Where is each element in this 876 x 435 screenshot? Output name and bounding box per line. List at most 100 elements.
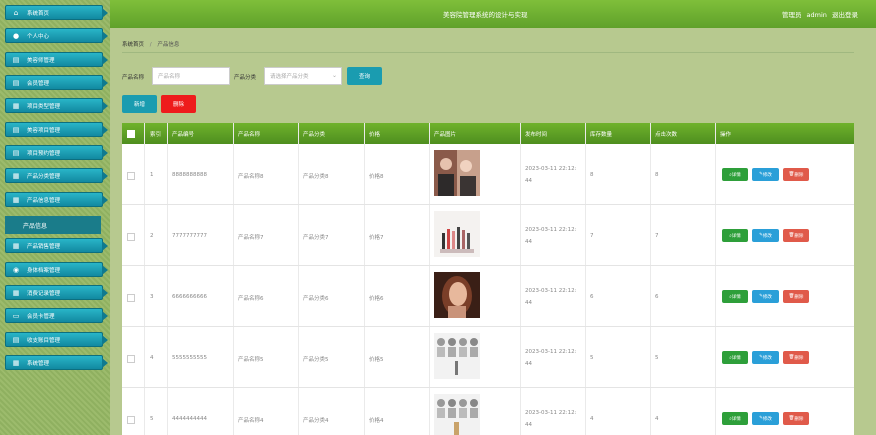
edit-button[interactable]: ✎ 修改 xyxy=(752,290,779,303)
user-icon: ● xyxy=(12,31,20,40)
sidebar-item-label: 身体档案管理 xyxy=(27,267,61,274)
cell-price: 价格4 xyxy=(369,418,384,424)
sidebar-item-body-file[interactable]: ◉ 身体档案管理 xyxy=(5,262,108,277)
add-button[interactable]: 新增 xyxy=(122,95,157,113)
nav-arrow xyxy=(102,265,108,275)
sidebar-item-beautician[interactable]: ▤ 美容师管理 xyxy=(5,52,108,67)
row-checkbox[interactable] xyxy=(127,172,135,180)
sidebar-item-product-category[interactable]: ▦ 产品分类管理 xyxy=(5,168,108,183)
username: admin xyxy=(806,11,827,19)
nav-arrow xyxy=(102,358,108,368)
sidebar-item-accounts[interactable]: ▤ 收支账目管理 xyxy=(5,332,108,347)
cell-stock: 5 xyxy=(590,355,594,361)
remove-label: 删除 xyxy=(794,416,804,422)
sidebar-item-appointment[interactable]: ▤ 项目预约管理 xyxy=(5,145,108,160)
cell-clicks: 4 xyxy=(655,416,659,422)
detail-label: 详情 xyxy=(731,172,741,178)
cell-time: 2023-03-11 22:12: xyxy=(525,410,577,416)
row-checkbox[interactable] xyxy=(127,233,135,241)
sidebar-subitem-product-info[interactable]: 产品信息 xyxy=(5,216,101,234)
product-name-input[interactable]: 产品名称 xyxy=(152,67,230,85)
product-table: 索引 产品编号 产品名称 产品分类 价格 产品图片 发布时间 库存数量 点击次数… xyxy=(122,123,854,435)
cell-category: 产品分类7 xyxy=(303,235,329,241)
sidebar-item-system[interactable]: ▦ 系统管理 xyxy=(5,355,108,370)
list-icon: ▤ xyxy=(12,125,20,134)
edit-button[interactable]: ✎ 修改 xyxy=(752,229,779,242)
sidebar-item-home[interactable]: ⌂ 系统首页 xyxy=(5,5,108,20)
select-all-checkbox[interactable] xyxy=(127,130,135,138)
grid-icon: ▦ xyxy=(12,171,20,180)
remove-button[interactable]: 🗑 删除 xyxy=(783,290,809,303)
row-checkbox[interactable] xyxy=(127,294,135,302)
sidebar-item-label: 产品分类管理 xyxy=(27,173,61,180)
edit-button[interactable]: ✎ 修改 xyxy=(752,351,779,364)
column-header: 索引 xyxy=(150,132,162,138)
detail-label: 详情 xyxy=(731,233,741,239)
list-icon: ▤ xyxy=(12,148,20,157)
remove-button[interactable]: 🗑 删除 xyxy=(783,351,809,364)
cell-name: 产品名称4 xyxy=(238,418,264,424)
sidebar-item-member[interactable]: ▤ 会员管理 xyxy=(5,75,108,90)
breadcrumb-current: 产品信息 xyxy=(157,42,180,48)
cell-code: 8888888888 xyxy=(172,172,207,178)
nav-arrow xyxy=(102,195,108,205)
logout-link[interactable]: 退出登录 xyxy=(832,11,858,19)
detail-label: 详情 xyxy=(731,355,741,361)
detail-button[interactable]: ⌕ 详情 xyxy=(722,351,748,364)
cell-code: 6666666666 xyxy=(172,294,207,300)
breadcrumb-home[interactable]: 系统首页 xyxy=(122,42,144,48)
product-image xyxy=(434,150,480,196)
table-row: 3 6666666666 产品名称6 产品分类6 价格6 2023-03-11 … xyxy=(122,266,854,327)
cell-time-rest: 44 xyxy=(525,422,532,428)
sidebar-item-label: 会员卡管理 xyxy=(27,313,55,320)
remove-button[interactable]: 🗑 删除 xyxy=(783,229,809,242)
sidebar-item-member-card[interactable]: ▭ 会员卡管理 xyxy=(5,308,108,323)
cell-index: 2 xyxy=(150,233,154,239)
nav-arrow xyxy=(102,148,108,158)
cell-time: 2023-03-11 22:12: xyxy=(525,288,577,294)
row-checkbox[interactable] xyxy=(127,416,135,424)
detail-button[interactable]: ⌕ 详情 xyxy=(722,290,748,303)
product-category-select[interactable]: 请选择产品分类 ⌄ xyxy=(264,67,342,85)
column-header: 产品名称 xyxy=(238,132,261,138)
cell-name: 产品名称6 xyxy=(238,296,264,302)
sidebar-item-label: 会员管理 xyxy=(27,80,50,87)
sidebar-item-label: 收支账目管理 xyxy=(27,337,61,344)
sidebar-item-label: 项目类型管理 xyxy=(27,103,61,110)
cell-clicks: 5 xyxy=(655,355,659,361)
detail-button[interactable]: ⌕ 详情 xyxy=(722,229,748,242)
detail-button[interactable]: ⌕ 详情 xyxy=(722,412,748,425)
remove-button[interactable]: 🗑 删除 xyxy=(783,168,809,181)
query-button[interactable]: 查询 xyxy=(347,67,382,85)
sidebar-item-beauty-project[interactable]: ▤ 美容项目管理 xyxy=(5,122,108,137)
sidebar-item-label: 产品销售管理 xyxy=(27,243,61,250)
sidebar-item-consumption[interactable]: ▦ 消费记录管理 xyxy=(5,285,108,300)
row-checkbox[interactable] xyxy=(127,355,135,363)
table-row: 1 8888888888 产品名称8 产品分类8 价格8 2023-03-11 … xyxy=(122,144,854,205)
sidebar-item-label: 美容项目管理 xyxy=(27,127,61,134)
cell-price: 价格6 xyxy=(369,296,384,302)
edit-button[interactable]: ✎ 修改 xyxy=(752,412,779,425)
product-image xyxy=(434,272,480,318)
sidebar-item-project-type[interactable]: ▦ 项目类型管理 xyxy=(5,98,108,113)
cell-time-rest: 44 xyxy=(525,178,532,184)
remove-label: 删除 xyxy=(794,294,804,300)
edit-label: 修改 xyxy=(762,172,772,178)
remove-button[interactable]: 🗑 删除 xyxy=(783,412,809,425)
sidebar-item-personal-center[interactable]: ● 个人中心 xyxy=(5,28,108,43)
cell-stock: 8 xyxy=(590,172,594,178)
cell-name: 产品名称5 xyxy=(238,357,264,363)
product-image xyxy=(434,333,480,379)
delete-button[interactable]: 删除 xyxy=(161,95,196,113)
cell-price: 价格8 xyxy=(369,174,384,180)
cell-index: 4 xyxy=(150,355,154,361)
edit-label: 修改 xyxy=(762,355,772,361)
cell-code: 7777777777 xyxy=(172,233,207,239)
detail-button[interactable]: ⌕ 详情 xyxy=(722,168,748,181)
sidebar-item-product-sales[interactable]: ▦ 产品销售管理 xyxy=(5,238,108,253)
user-role: 管理员 xyxy=(781,11,802,19)
cell-clicks: 7 xyxy=(655,233,659,239)
edit-button[interactable]: ✎ 修改 xyxy=(752,168,779,181)
grid-icon: ▦ xyxy=(12,241,20,250)
sidebar-item-product-info[interactable]: ▦ 产品信息管理 xyxy=(5,192,108,207)
